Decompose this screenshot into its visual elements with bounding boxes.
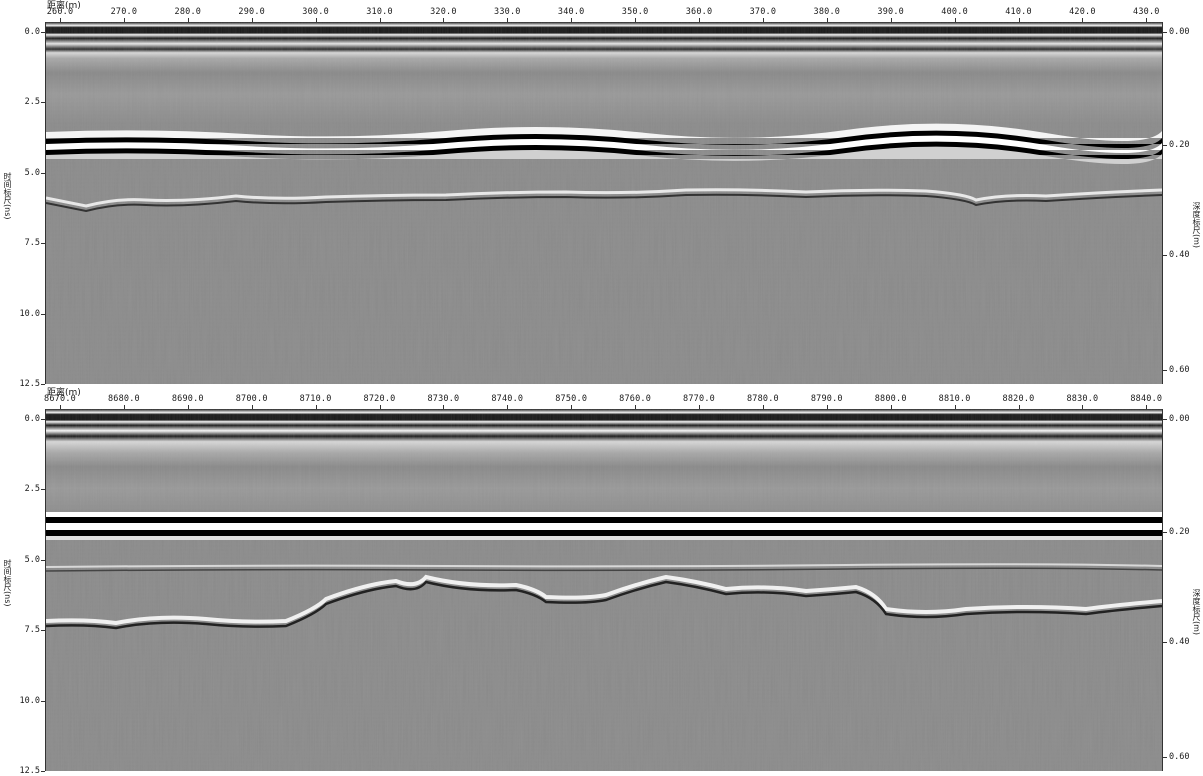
- time-axis-title: 时间标尺(ns): [3, 559, 12, 607]
- distance-tick-label: 330.0: [494, 7, 521, 17]
- distance-tick-label: 8710.0: [299, 394, 332, 404]
- radargram-panel-top: 距离(m) 260.0 270.0 280.0 290.0 300.0 310.0 320.…: [0, 0, 1203, 389]
- depth-tick-mark: [1163, 642, 1167, 643]
- distance-axis-top: 距离(m) 260.0 270.0 280.0 290.0 300.0 310.0 320.…: [46, 0, 1162, 22]
- distance-tick-label: 350.0: [621, 7, 649, 17]
- distance-tick-label: 8720.0: [363, 394, 396, 404]
- distance-tick-label: 8680.0: [107, 394, 140, 404]
- distance-tick-label: 400.0: [941, 7, 968, 17]
- depth-tick-mark: [1163, 145, 1167, 146]
- depth-axis-title: 深度标尺(m): [1192, 589, 1201, 636]
- time-tick-mark: [41, 172, 45, 174]
- distance-tick-label: 300.0: [302, 7, 329, 17]
- depth-tick-mark: [1163, 419, 1167, 420]
- time-tick-mark: [41, 313, 45, 315]
- time-axis-bottom: 0.0 2.5 5.0 7.5 10.0 12.5 时间标尺(ns): [0, 409, 46, 776]
- depth-axis-top: 0.00 0.20 0.40 0.60 深度标尺(m): [1162, 22, 1203, 384]
- distance-tick-label: 8790.0: [810, 394, 843, 404]
- distance-tick-label: 260.0: [46, 7, 74, 17]
- time-tick-mark: [41, 384, 45, 385]
- time-tick-label: 10.0: [19, 695, 40, 706]
- depth-tick-label: 0.40: [1169, 637, 1190, 647]
- depth-tick-label: 0.60: [1169, 752, 1190, 762]
- distance-tick-label: 390.0: [877, 7, 904, 17]
- noise-texture: [46, 409, 1162, 771]
- time-tick-label: 5.0: [24, 167, 40, 178]
- distance-tick-label: 8750.0: [555, 394, 588, 404]
- time-tick-mark: [41, 630, 45, 632]
- time-tick-label: 12.5: [19, 766, 40, 776]
- distance-tick-label: 8700.0: [235, 394, 268, 404]
- distance-tick-label: 8740.0: [491, 394, 524, 404]
- distance-tick-label: 8730.0: [427, 394, 460, 404]
- time-tick-label: 7.5: [24, 625, 40, 636]
- time-axis-top: 0.0 2.5 5.0 7.5 10.0 12.5 时间标尺(ns): [0, 22, 46, 389]
- distance-tick-label: 8780.0: [746, 394, 779, 404]
- time-tick-mark: [41, 419, 45, 420]
- distance-tick-label: 8800.0: [874, 394, 907, 404]
- depth-tick-mark: [1163, 370, 1167, 371]
- depth-tick-label: 0.20: [1169, 140, 1190, 150]
- time-tick-label: 5.0: [24, 554, 40, 565]
- distance-axis-bottom: 距离(m) 8670.0 8680.0 8690.0 8700.0 8710.0 8720…: [44, 387, 1163, 409]
- depth-tick-label: 0.00: [1169, 27, 1190, 37]
- time-tick-label: 0.0: [24, 414, 40, 424]
- distance-tick-label: 370.0: [749, 7, 777, 17]
- time-tick-label: 2.5: [24, 484, 40, 495]
- distance-tick-label: 8840.0: [1130, 394, 1163, 404]
- radar-profile-top[interactable]: [46, 22, 1162, 384]
- depth-tick-label: 0.00: [1169, 414, 1190, 424]
- distance-tick-label: 290.0: [238, 7, 265, 17]
- time-tick-mark: [41, 243, 45, 245]
- time-tick-mark: [41, 700, 45, 702]
- distance-tick-label: 8690.0: [171, 394, 204, 404]
- time-tick-label: 7.5: [24, 238, 40, 249]
- distance-tick-label: 8830.0: [1066, 394, 1099, 404]
- distance-tick-label: 270.0: [110, 7, 138, 17]
- depth-axis-title: 深度标尺(m): [1192, 202, 1201, 249]
- distance-tick-label: 360.0: [685, 7, 713, 17]
- time-axis-title: 时间标尺(ns): [3, 172, 12, 220]
- distance-tick-label: 310.0: [366, 7, 393, 17]
- time-tick-label: 0.0: [24, 27, 40, 37]
- depth-tick-mark: [1163, 255, 1167, 256]
- depth-tick-mark: [1163, 757, 1167, 758]
- time-tick-mark: [41, 32, 45, 33]
- depth-tick-label: 0.60: [1169, 365, 1190, 375]
- time-tick-label: 10.0: [19, 308, 40, 319]
- time-tick-label: 2.5: [24, 97, 40, 108]
- radar-profile-bottom[interactable]: [46, 409, 1162, 771]
- distance-tick-label: 430.0: [1133, 7, 1160, 17]
- depth-axis-bottom: 0.00 0.20 0.40 0.60 深度标尺(m): [1162, 409, 1203, 771]
- radargram-panel-bottom: 距离(m) 8670.0 8680.0 8690.0 8700.0 8710.0 8720…: [0, 387, 1203, 776]
- distance-tick-label: 8770.0: [683, 394, 715, 404]
- distance-tick-label: 8670.0: [44, 394, 76, 404]
- distance-tick-label: 8810.0: [938, 394, 971, 404]
- distance-tick-label: 420.0: [1069, 7, 1096, 17]
- distance-tick-label: 410.0: [1005, 7, 1032, 17]
- distance-tick-label: 340.0: [557, 7, 585, 17]
- depth-tick-label: 0.20: [1169, 527, 1190, 537]
- depth-tick-mark: [1163, 32, 1167, 33]
- time-tick-mark: [41, 559, 45, 561]
- time-tick-mark: [41, 489, 45, 491]
- time-tick-mark: [41, 102, 45, 104]
- depth-tick-mark: [1163, 532, 1167, 533]
- distance-tick-label: 320.0: [430, 7, 457, 17]
- distance-tick-label: 380.0: [813, 7, 841, 17]
- distance-tick-label: 8760.0: [619, 394, 652, 404]
- depth-tick-label: 0.40: [1169, 250, 1190, 260]
- distance-tick-label: 8820.0: [1002, 394, 1035, 404]
- distance-tick-label: 280.0: [174, 7, 202, 17]
- surface-reflection-bottom: [46, 512, 1162, 540]
